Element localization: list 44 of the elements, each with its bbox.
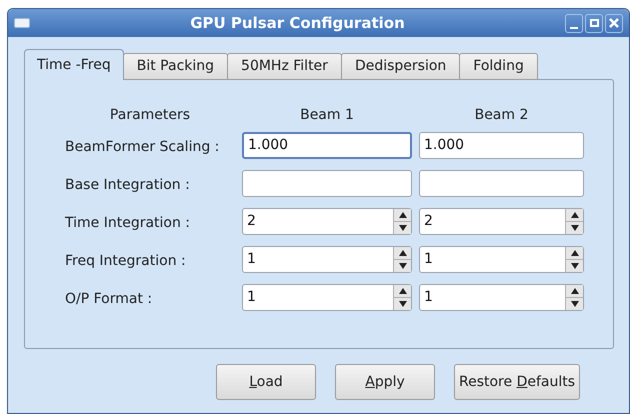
field-value: 1 (247, 250, 256, 269)
action-button[interactable]: Restore Defaults (454, 364, 580, 400)
field-label: Freq Integration : (65, 252, 186, 268)
column-header: Beam 2 (474, 107, 528, 123)
action-button[interactable]: Load (216, 364, 316, 400)
text-field[interactable]: 1.000 (242, 132, 412, 159)
text-field[interactable]: 1.000 (419, 132, 584, 159)
spin-arrows-icon[interactable] (393, 209, 411, 234)
spin-arrows-icon[interactable] (565, 247, 583, 272)
action-button[interactable]: Apply (335, 364, 435, 400)
field-value: 2 (247, 212, 256, 231)
spin-box[interactable]: 1 (419, 284, 584, 311)
field-label: Base Integration : (65, 176, 190, 192)
tab[interactable]: Bit Packing (122, 53, 228, 80)
spin-arrows-icon[interactable] (393, 247, 411, 272)
field-value: 1 (424, 250, 433, 269)
tab[interactable]: Folding (459, 53, 538, 80)
spin-box[interactable]: 2 (242, 208, 412, 235)
column-header: Beam 1 (300, 107, 354, 123)
spin-arrows-icon[interactable] (565, 209, 583, 234)
field-value: 1 (247, 288, 256, 307)
spin-arrows-icon[interactable] (565, 285, 583, 310)
maximize-icon[interactable] (585, 14, 603, 32)
tab[interactable]: Dedispersion (340, 53, 460, 80)
field-value: 1.000 (248, 136, 288, 155)
close-icon[interactable] (605, 14, 623, 32)
field-value: 1.000 (424, 136, 464, 155)
field-label: BeamFormer Scaling : (65, 138, 220, 154)
tab[interactable]: Time -Freq (24, 49, 124, 80)
spin-box[interactable]: 1 (242, 246, 412, 273)
spin-box[interactable]: 1 (419, 246, 584, 273)
tab[interactable]: 50MHz Filter (227, 53, 342, 80)
field-label: Time Integration : (65, 214, 190, 230)
minimize-icon[interactable] (565, 14, 583, 32)
column-header: Parameters (110, 107, 190, 123)
spin-box[interactable]: 2 (419, 208, 584, 235)
text-field[interactable] (242, 170, 412, 197)
spin-arrows-icon[interactable] (393, 285, 411, 310)
field-label: O/P Format : (65, 290, 152, 306)
text-field[interactable] (419, 170, 584, 197)
window-title: GPU Pulsar Configuration (190, 14, 405, 32)
field-value: 1 (424, 288, 433, 307)
field-value: 2 (424, 212, 433, 231)
spin-box[interactable]: 1 (242, 284, 412, 311)
